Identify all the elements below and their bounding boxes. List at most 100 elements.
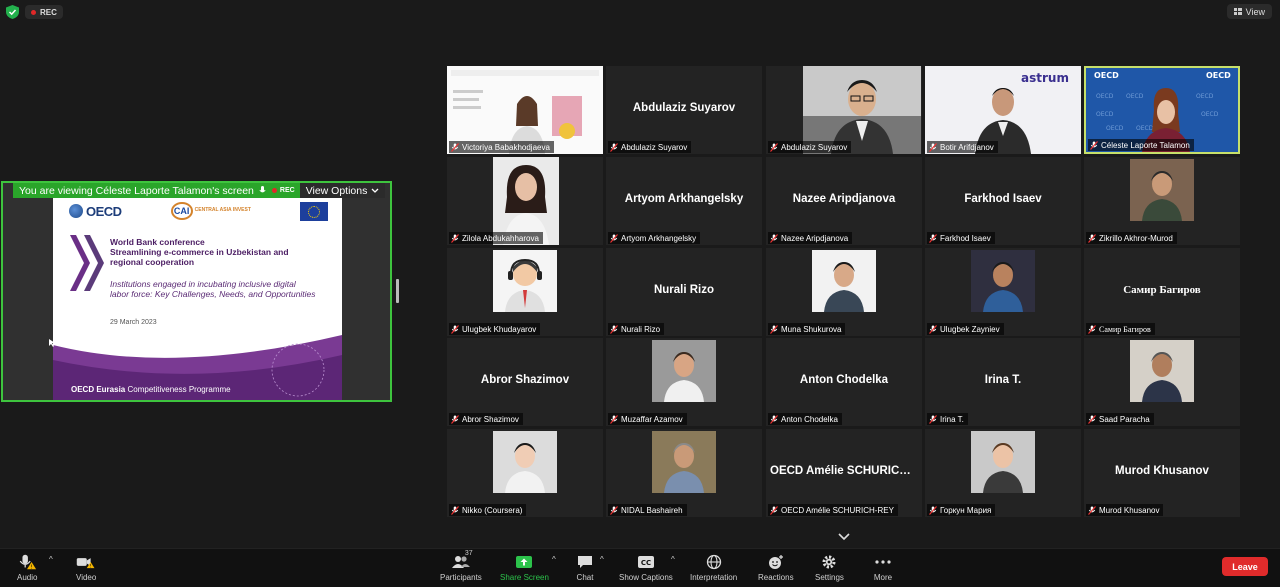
participant-tile[interactable]: Anton Chodelka Anton Chodelka (766, 338, 922, 426)
participant-name-label: Самир Багиров (1086, 323, 1155, 335)
participant-video (1130, 159, 1194, 221)
shield-icon[interactable] (6, 5, 19, 19)
slide-title: World Bank conference Streamlining e-com… (110, 237, 289, 268)
participant-tile[interactable]: OECD OECD OECD OECD OECD OECD OECD OECD OECD Céle… (1084, 66, 1240, 154)
participant-tile[interactable]: Ulugbek Khudayarov (447, 248, 603, 336)
participant-name: Anton Chodelka (781, 414, 838, 424)
svg-text:!: ! (90, 564, 92, 570)
participant-tile[interactable]: Горкун Мария (925, 429, 1081, 517)
audio-button[interactable]: ! Audio (17, 553, 37, 582)
slide-footer: OECD Eurasia Competitiveness Programme (71, 385, 231, 394)
rec-label: REC (40, 7, 57, 17)
participant-video (812, 250, 876, 312)
participant-tile[interactable]: Muzaffar Azamov (606, 338, 762, 426)
participant-name: Irina T. (940, 414, 964, 424)
participant-tile[interactable]: Nazee Aripdjanova Nazee Aripdjanova (766, 157, 922, 245)
participant-tile[interactable]: Abror Shazimov Abror Shazimov (447, 338, 603, 426)
mic-muted-icon (610, 233, 618, 243)
viewing-text: You are viewing Céleste Laporte Talamon'… (19, 184, 254, 197)
svg-text:OECD: OECD (1126, 93, 1144, 100)
more-button[interactable]: More (873, 553, 893, 582)
participant-name-label: Irina T. (927, 413, 968, 425)
share-screen-button[interactable]: Share Screen (500, 553, 549, 582)
participant-tile[interactable]: Artyom Arkhangelsky Artyom Arkhangelsky (606, 157, 762, 245)
participant-tile[interactable]: Muna Shukurova (766, 248, 922, 336)
participant-tile[interactable]: Самир Багиров Самир Багиров (1084, 248, 1240, 336)
participant-display-name: Irina T. (984, 374, 1022, 386)
participant-tile[interactable]: OECD Amélie SCHURICH-R... OECD Amélie SCH… (766, 429, 922, 517)
closed-captions-icon: CC (637, 556, 654, 568)
participant-tile[interactable]: Nurali Rizo Nurali Rizo (606, 248, 762, 336)
svg-text:OECD: OECD (1206, 71, 1231, 80)
participant-tile[interactable]: Zikrillo Akhror-Murod (1084, 157, 1240, 245)
participants-count: 37 (464, 550, 473, 557)
participant-display-name: Anton Chodelka (799, 374, 889, 386)
mouse-cursor-icon (49, 339, 55, 347)
participant-name: Victoriya Babakhodjaeva (462, 142, 550, 152)
participant-tile[interactable]: Ulugbek Zayniev (925, 248, 1081, 336)
oecd-globe-icon (69, 204, 83, 218)
view-label: View (1245, 6, 1265, 17)
mic-muted-icon (770, 142, 778, 152)
participant-name: Muna Shukurova (781, 324, 842, 334)
participant-tile[interactable]: NIDAL Bashaireh (606, 429, 762, 517)
svg-text:OECD: OECD (1096, 93, 1114, 100)
reactions-button[interactable]: Reactions (758, 553, 794, 582)
recording-indicator[interactable]: REC (25, 5, 63, 19)
interpretation-button[interactable]: Interpretation (690, 553, 737, 582)
oecd-chevrons-icon (70, 235, 104, 291)
central-asia-invest-logo: CAI CENTRAL ASIA INVEST (170, 202, 251, 220)
mic-icon (259, 186, 266, 193)
participant-tile[interactable]: Victoriya Babakhodjaeva (447, 66, 603, 154)
participant-display-name: OECD Amélie SCHURICH-R... (770, 465, 922, 477)
participant-name-label: Saad Paracha (1086, 413, 1154, 425)
eu-flag-icon (300, 201, 328, 221)
collapse-gallery-chevron-icon[interactable] (837, 532, 851, 542)
mic-muted-icon (929, 324, 937, 334)
participant-tile[interactable]: Abdulaziz Suyarov (766, 66, 922, 154)
participant-name: Abror Shazimov (462, 414, 519, 424)
participant-name: Nikko (Coursera) (462, 505, 523, 515)
share-rec-label: REC (279, 187, 295, 194)
participant-name-label: Muzaffar Azamov (608, 413, 687, 425)
participant-tile[interactable]: Irina T. Irina T. (925, 338, 1081, 426)
mic-muted-icon (451, 324, 459, 334)
view-options-label: View Options (305, 184, 368, 197)
participant-name-label: Zilola Abdukahharova (449, 232, 543, 244)
view-options-button[interactable]: View Options (299, 183, 386, 198)
participant-name: Abdulaziz Suyarov (621, 142, 688, 152)
split-view-handle[interactable] (396, 279, 399, 303)
video-button[interactable]: ! Video (76, 553, 96, 582)
settings-button[interactable]: Settings (815, 553, 844, 582)
participant-tile[interactable]: Murod Khusanov Murod Khusanov (1084, 429, 1240, 517)
share-options-caret-icon[interactable]: ^ (552, 555, 556, 564)
record-dot-icon (31, 9, 36, 15)
view-button[interactable]: View (1226, 4, 1272, 19)
participant-name: Ulugbek Zayniev (940, 324, 1000, 334)
participants-button[interactable]: 37 Participants (440, 550, 482, 582)
mic-muted-icon (610, 414, 618, 424)
participant-tile[interactable]: Zilola Abdukahharova (447, 157, 603, 245)
participant-video (971, 250, 1035, 312)
chat-icon (578, 556, 592, 568)
shared-screen[interactable]: You are viewing Céleste Laporte Talamon'… (1, 181, 392, 402)
participant-tile[interactable]: Farkhod Isaev Farkhod Isaev (925, 157, 1081, 245)
chat-button[interactable]: Chat (575, 553, 595, 582)
participant-tile[interactable]: astrum Botir Arifdjanov (925, 66, 1081, 154)
show-captions-button[interactable]: CC Show Captions (619, 553, 673, 582)
participant-name-label: Ulugbek Khudayarov (449, 323, 541, 335)
participant-name-label: Горкун Мария (927, 504, 996, 516)
participant-video (1130, 340, 1194, 402)
participant-display-name: Самир Багиров (1123, 284, 1201, 296)
participant-tile[interactable]: Nikko (Coursera) (447, 429, 603, 517)
mic-muted-icon (1088, 324, 1096, 334)
participant-display-name: Nazee Aripdjanova (792, 193, 896, 205)
participant-tile[interactable]: Saad Paracha (1084, 338, 1240, 426)
chat-options-caret-icon[interactable]: ^ (600, 555, 604, 564)
slide-logos: OECD CAI CENTRAL ASIA INVEST (69, 201, 328, 221)
participant-name-label: Ulugbek Zayniev (927, 323, 1004, 335)
captions-options-caret-icon[interactable]: ^ (671, 555, 675, 564)
participant-tile[interactable]: Abdulaziz Suyarov Abdulaziz Suyarov (606, 66, 762, 154)
leave-button[interactable]: Leave (1222, 557, 1268, 576)
audio-options-caret-icon[interactable]: ^ (49, 555, 53, 564)
